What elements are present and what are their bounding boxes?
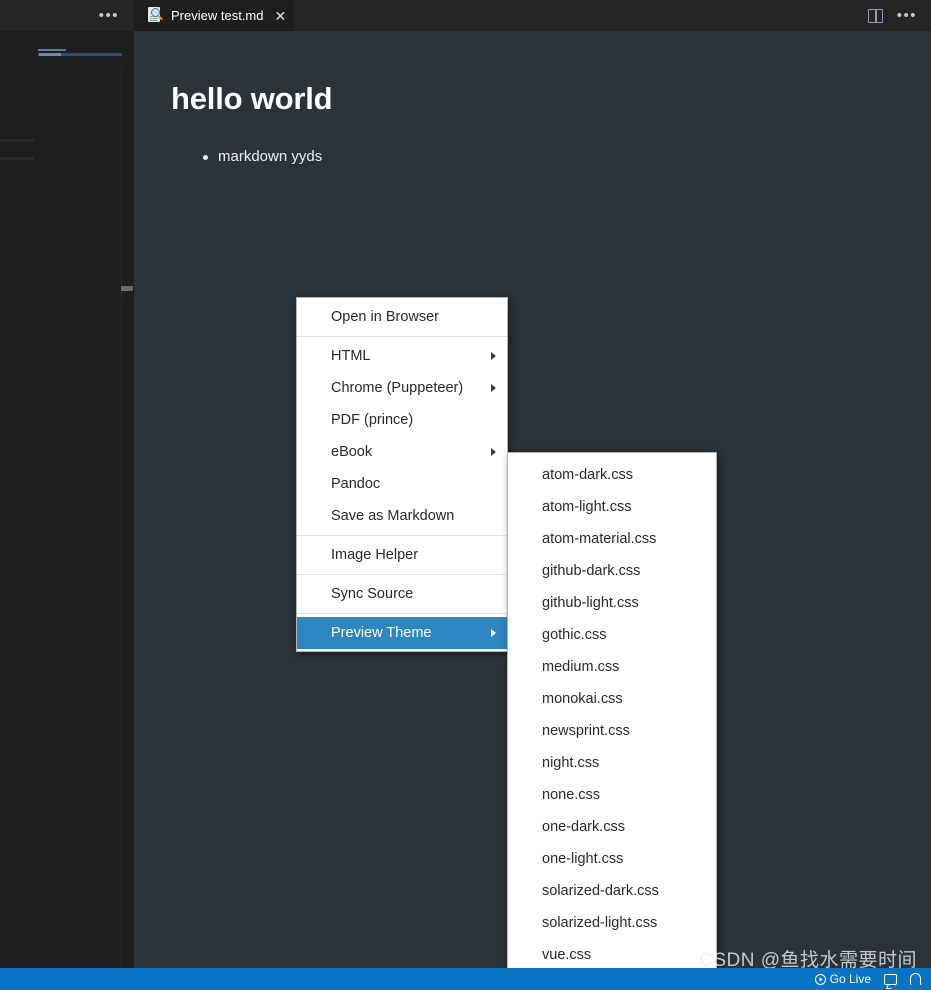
markdown-preview-icon [147, 7, 164, 24]
editor-scrollbar-track[interactable] [121, 65, 133, 295]
submenu-item-solarized-light[interactable]: solarized-light.css [508, 907, 716, 939]
submenu-item-atom-material[interactable]: atom-material.css [508, 523, 716, 555]
editor-more-actions-icon[interactable]: ••• [897, 8, 917, 23]
minimap-selected-line [38, 53, 122, 56]
chevron-right-icon [491, 629, 496, 637]
menu-item-label: Open in Browser [331, 309, 439, 325]
menu-item-save-as-markdown[interactable]: Save as Markdown [297, 500, 507, 532]
submenu-item-gothic[interactable]: gothic.css [508, 619, 716, 651]
submenu-item-solarized-dark[interactable]: solarized-dark.css [508, 875, 716, 907]
menu-item-pandoc[interactable]: Pandoc [297, 468, 507, 500]
broadcast-icon [814, 973, 826, 985]
feedback-icon[interactable] [884, 973, 897, 985]
menu-item-label: PDF (prince) [331, 412, 414, 428]
submenu-item-newsprint[interactable]: newsprint.css [508, 715, 716, 747]
editor-decoration [0, 139, 34, 142]
left-editor-tabbar-zone: ••• [0, 0, 134, 31]
vscode-window: ••• Preview test.md ✕ ••• hello world ma… [0, 0, 931, 990]
menu-separator [297, 336, 507, 337]
left-editor-more-actions-icon[interactable]: ••• [99, 8, 119, 23]
menu-item-label: Pandoc [331, 476, 381, 492]
editor-scrollbar-track-lower[interactable] [121, 297, 133, 968]
go-live-label: Go Live [829, 972, 871, 986]
editor-tabbar: ••• Preview test.md ✕ ••• [0, 0, 931, 31]
split-editor-icon[interactable] [867, 8, 883, 23]
chevron-right-icon [491, 352, 496, 360]
chevron-right-icon [491, 448, 496, 456]
menu-item-ebook[interactable]: eBook [297, 436, 507, 468]
menu-item-preview-theme[interactable]: Preview Theme [297, 617, 507, 649]
menu-item-label: Chrome (Puppeteer) [331, 380, 464, 396]
menu-item-image-helper[interactable]: Image Helper [297, 539, 507, 571]
submenu-item-vue[interactable]: vue.css [508, 939, 716, 971]
menu-item-sync-source[interactable]: Sync Source [297, 578, 507, 610]
submenu-item-one-dark[interactable]: one-dark.css [508, 811, 716, 843]
menu-item-open-in-browser[interactable]: Open in Browser [297, 301, 507, 333]
preview-heading: hello world [171, 81, 333, 116]
close-icon[interactable]: ✕ [274, 9, 286, 23]
submenu-item-github-light[interactable]: github-light.css [508, 587, 716, 619]
minimap-line [38, 49, 66, 51]
menu-item-pdf-prince[interactable]: PDF (prince) [297, 404, 507, 436]
bell-icon[interactable] [910, 973, 921, 985]
editor-scrollbar-thumb[interactable] [121, 286, 133, 291]
menu-separator [297, 574, 507, 575]
menu-item-label: Image Helper [331, 547, 419, 563]
minimap[interactable] [38, 49, 122, 58]
preview-bullet-list: markdown yyds [171, 147, 931, 167]
list-item: markdown yyds [203, 147, 931, 167]
editor-decoration [0, 157, 34, 160]
menu-item-label: eBook [331, 444, 373, 460]
submenu-item-monokai[interactable]: monokai.css [508, 683, 716, 715]
preview-theme-submenu[interactable]: atom-dark.css atom-light.css atom-materi… [507, 452, 717, 980]
submenu-item-atom-light[interactable]: atom-light.css [508, 491, 716, 523]
status-bar: Go Live [0, 968, 931, 990]
menu-separator [297, 613, 507, 614]
tab-preview-test-md[interactable]: Preview test.md ✕ [134, 0, 296, 31]
source-editor-pane[interactable] [0, 31, 134, 968]
menu-item-label: HTML [331, 348, 371, 364]
submenu-item-one-light[interactable]: one-light.css [508, 843, 716, 875]
status-bar-go-live[interactable]: Go Live [814, 972, 871, 986]
preview-context-menu[interactable]: Open in Browser HTML Chrome (Puppeteer) … [296, 297, 508, 652]
tab-label: Preview test.md [171, 8, 264, 23]
submenu-item-medium[interactable]: medium.css [508, 651, 716, 683]
menu-item-chrome-puppeteer[interactable]: Chrome (Puppeteer) [297, 372, 507, 404]
menu-item-label: Preview Theme [331, 625, 432, 641]
tabbar-spacer [295, 0, 868, 31]
menu-separator [297, 535, 507, 536]
chevron-right-icon [491, 384, 496, 392]
submenu-item-none[interactable]: none.css [508, 779, 716, 811]
menu-item-label: Save as Markdown [331, 508, 455, 524]
tabbar-actions: ••• [867, 0, 931, 31]
submenu-item-night[interactable]: night.css [508, 747, 716, 779]
submenu-item-atom-dark[interactable]: atom-dark.css [508, 459, 716, 491]
submenu-item-github-dark[interactable]: github-dark.css [508, 555, 716, 587]
menu-item-label: Sync Source [331, 586, 414, 602]
menu-item-html[interactable]: HTML [297, 340, 507, 372]
